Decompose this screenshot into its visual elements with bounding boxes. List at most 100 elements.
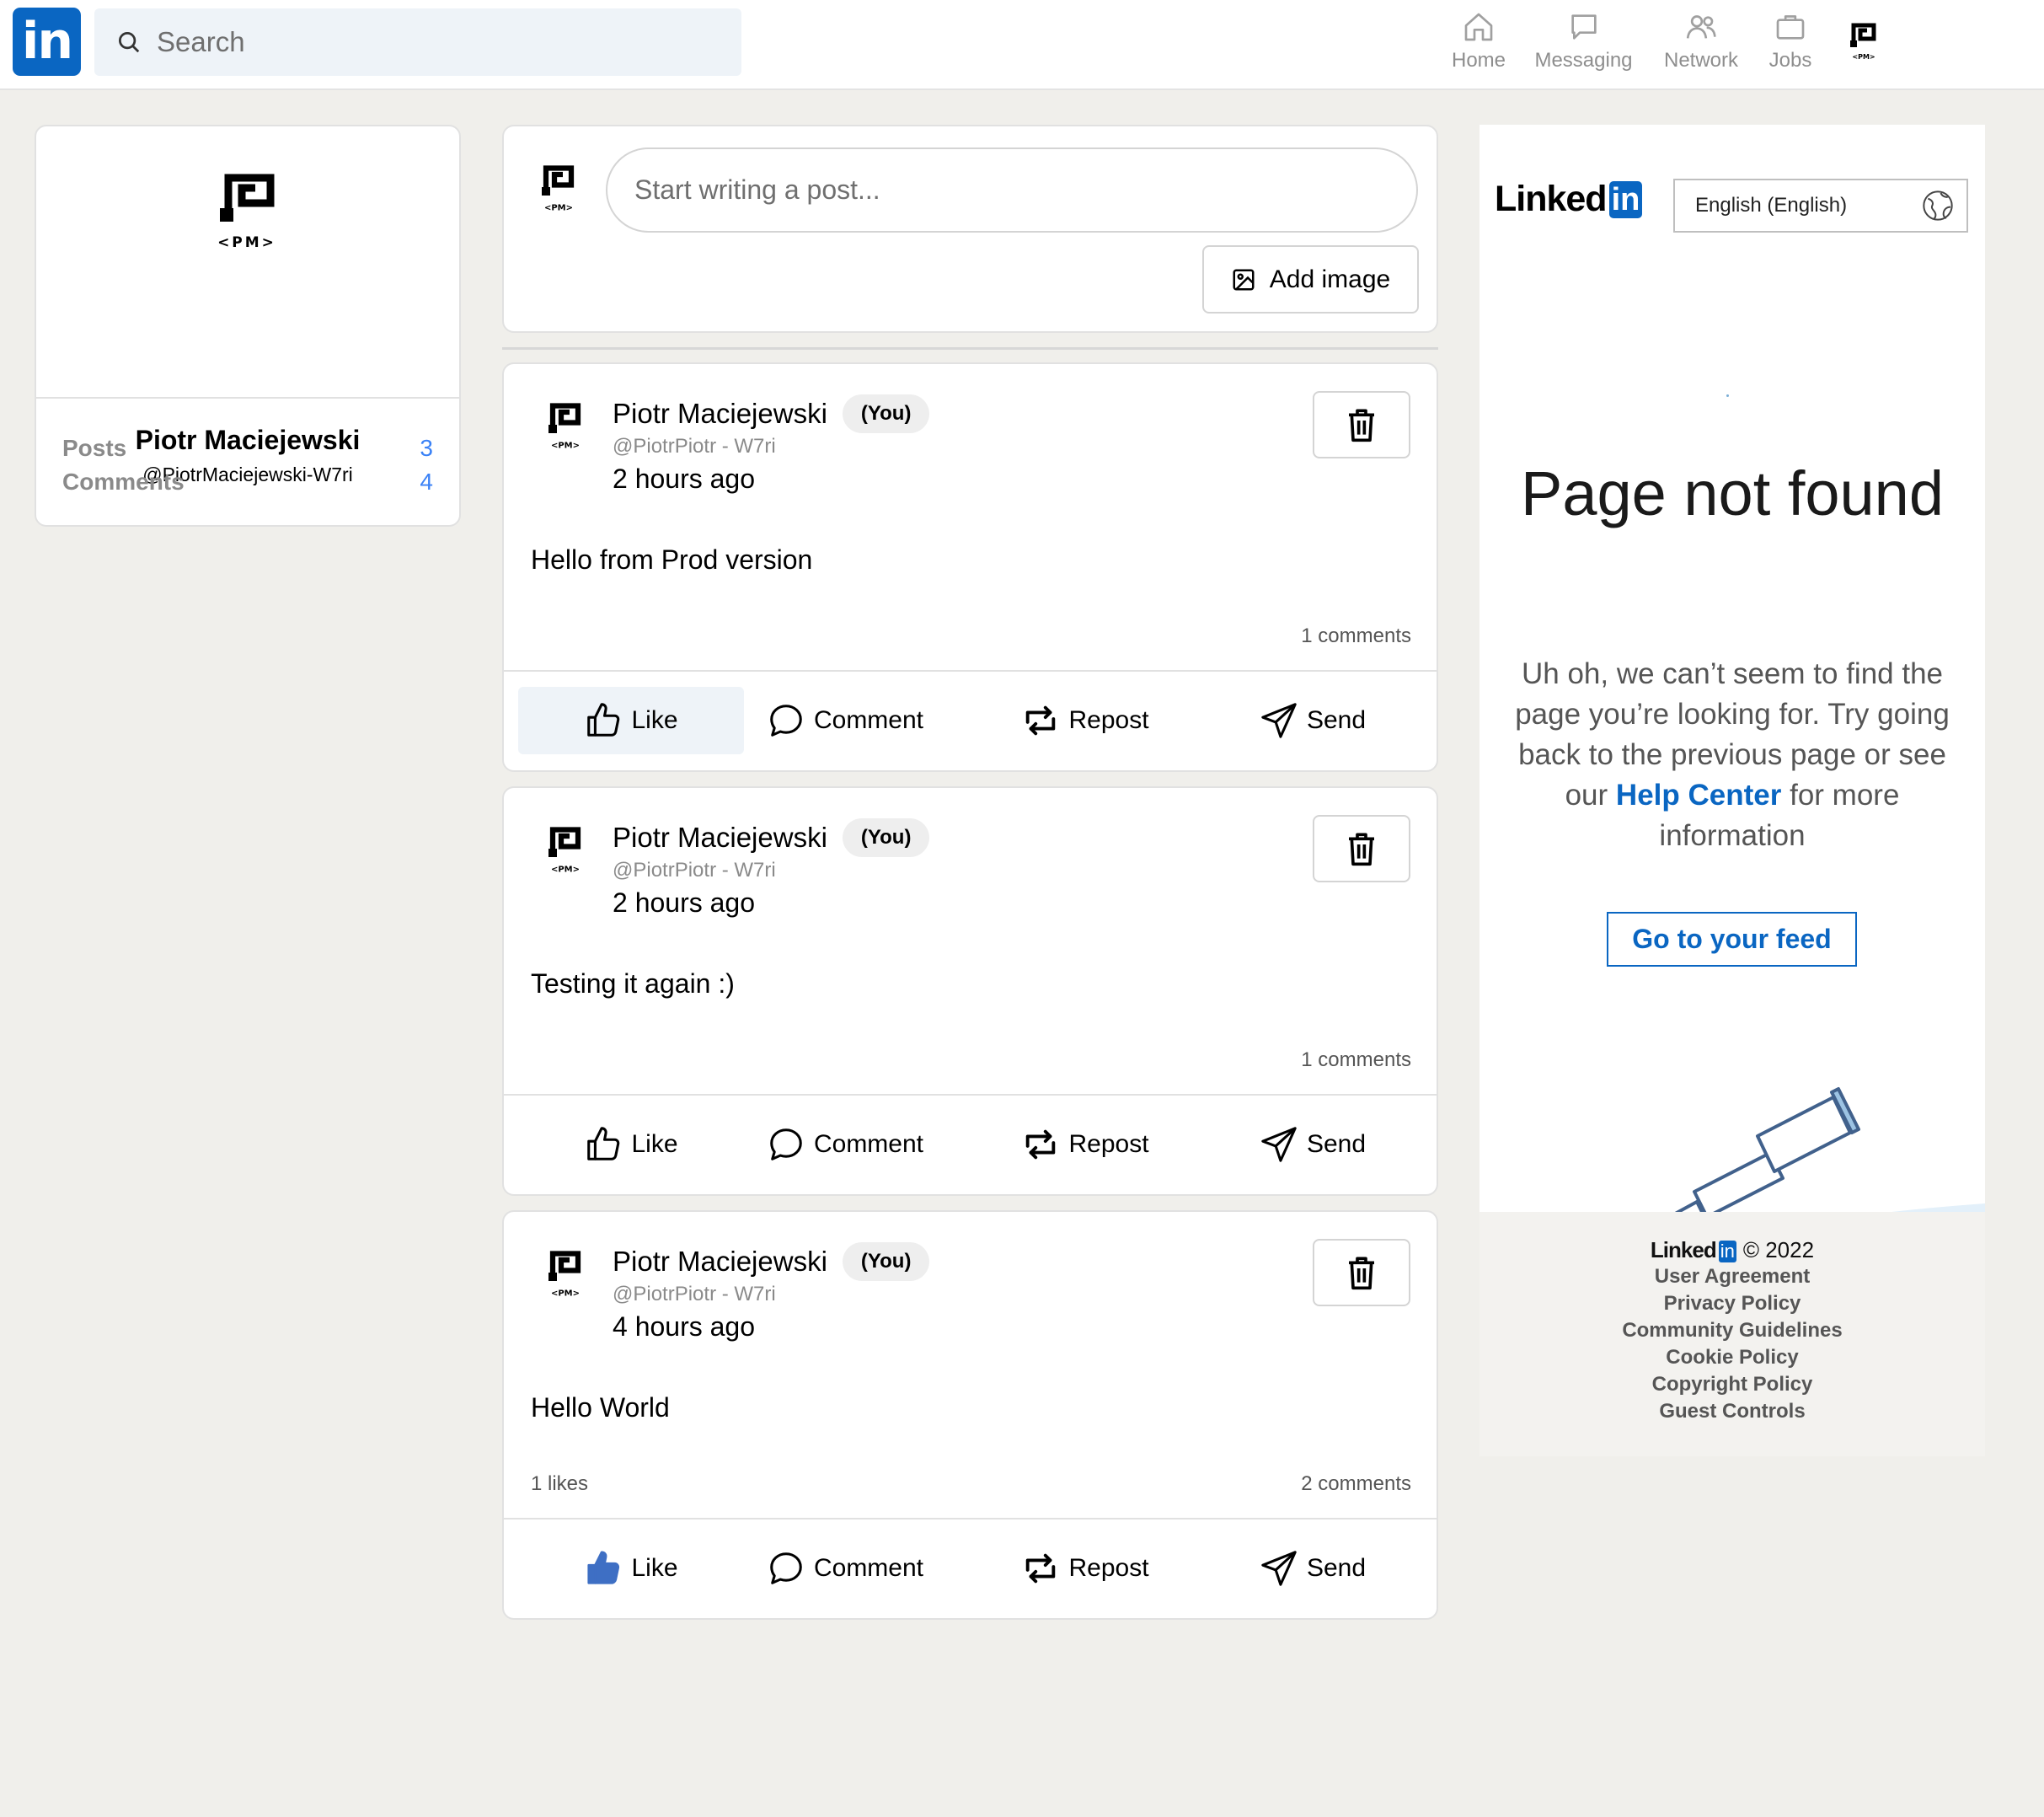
post-author[interactable]: Piotr Maciejewski (You) <box>613 1242 930 1281</box>
search-input[interactable] <box>157 26 662 58</box>
post-handle: @PiotrPiotr - W7ri <box>613 1283 776 1305</box>
thumbs-up-icon <box>587 703 620 737</box>
like-button[interactable]: Like <box>518 1535 744 1602</box>
linkedin-wordmark[interactable]: Linked in <box>1495 179 1643 220</box>
send-button[interactable]: Send <box>1245 1535 1380 1602</box>
not-found-title: Page not found <box>1521 458 1944 528</box>
post-author-name[interactable]: Piotr Maciejewski <box>613 822 827 854</box>
nav-home[interactable]: Home <box>1441 10 1517 78</box>
trash-icon <box>1349 833 1374 866</box>
comment-button[interactable]: Comment <box>761 1111 929 1178</box>
linkedin-logo[interactable]: in <box>13 8 81 76</box>
send-icon <box>1261 703 1297 738</box>
post-author[interactable]: Piotr Maciejewski (You) <box>613 394 930 433</box>
like-button[interactable]: Like <box>518 687 744 754</box>
send-button[interactable]: Send <box>1245 687 1380 754</box>
comment-label: Comment <box>813 706 924 734</box>
footer-link-user-agreement[interactable]: User Agreement <box>1479 1263 1985 1290</box>
post-author[interactable]: Piotr Maciejewski (You) <box>613 818 930 857</box>
post-handle: @PiotrPiotr - W7ri <box>613 435 776 458</box>
search-box[interactable] <box>94 8 741 76</box>
pm-avatar-icon: <PM> <box>548 827 581 875</box>
post-author-name[interactable]: Piotr Maciejewski <box>613 398 827 430</box>
footer-wordmark-text: Linked <box>1650 1237 1717 1262</box>
post-body: Hello World <box>531 1392 670 1423</box>
feed-separator <box>502 347 1438 350</box>
jobs-icon <box>1776 15 1805 40</box>
comment-button[interactable]: Comment <box>761 1535 929 1602</box>
you-badge: (You) <box>842 818 930 857</box>
wordmark-in-box: in <box>1608 180 1643 218</box>
trash-icon <box>1349 1257 1374 1290</box>
delete-post-button[interactable] <box>1313 815 1410 882</box>
post-body: Testing it again :) <box>531 968 735 999</box>
nav-messaging[interactable]: Messaging <box>1527 10 1640 78</box>
avatar-caption: <PM> <box>551 866 580 875</box>
post-card: <PM> Piotr Maciejewski (You) @PiotrPiotr… <box>502 1210 1438 1620</box>
footer-link-copyright-policy[interactable]: Copyright Policy <box>1479 1371 1985 1398</box>
like-label: Like <box>631 1554 678 1582</box>
avatar-caption: <PM> <box>551 1289 580 1299</box>
top-navigation: in Home Messaging Network Jobs <PM> <box>0 0 2044 90</box>
post-card: <PM> Piotr Maciejewski (You) @PiotrPiotr… <box>502 786 1438 1196</box>
delete-post-button[interactable] <box>1313 1239 1410 1306</box>
nav-network[interactable]: Network <box>1658 10 1744 78</box>
post-avatar[interactable]: <PM> <box>544 820 586 882</box>
footer-link-community-guidelines[interactable]: Community Guidelines <box>1479 1317 1985 1344</box>
repost-label: Repost <box>1068 706 1149 734</box>
nav-me[interactable]: <PM> <box>1845 19 1882 86</box>
footer-link-guest-controls[interactable]: Guest Controls <box>1479 1398 1985 1425</box>
wordmark-text: Linked <box>1495 179 1608 219</box>
stat-comments[interactable]: Comments 4 <box>62 469 433 496</box>
post-composer: <PM> Start writing a post... Add image <box>502 125 1438 333</box>
post-comments-count[interactable]: 1 comments <box>1301 624 1411 648</box>
you-badge: (You) <box>842 1242 930 1281</box>
send-icon <box>1261 1127 1297 1162</box>
send-button[interactable]: Send <box>1245 1111 1380 1178</box>
language-select[interactable]: English (English) <box>1673 179 1968 233</box>
repost-button[interactable]: Repost <box>1009 1111 1161 1178</box>
send-label: Send <box>1306 1130 1367 1158</box>
pm-avatar-icon: <PM> <box>1850 23 1876 61</box>
like-label: Like <box>631 706 678 734</box>
stat-posts-value: 3 <box>420 435 433 461</box>
loading-dot <box>1726 394 1729 397</box>
nav-jobs[interactable]: Jobs <box>1758 10 1823 78</box>
avatar-caption: <PM> <box>217 234 276 251</box>
pm-avatar-icon: <PM> <box>217 174 276 251</box>
footer: Linked in © 2022 User Agreement Privacy P… <box>1479 1212 1985 1456</box>
footer-link-cookie-policy[interactable]: Cookie Policy <box>1479 1344 1985 1371</box>
home-icon <box>1464 13 1493 41</box>
go-to-feed-button[interactable]: Go to your feed <box>1607 912 1857 967</box>
add-image-button[interactable]: Add image <box>1202 245 1419 314</box>
thumbs-up-icon <box>587 1127 620 1160</box>
trash-icon <box>1349 409 1374 442</box>
post-avatar[interactable]: <PM> <box>544 1244 586 1305</box>
repost-button[interactable]: Repost <box>1009 1535 1161 1602</box>
post-likes-count[interactable]: 1 likes <box>531 1472 588 1496</box>
stat-posts[interactable]: Posts 3 <box>62 435 433 462</box>
search-icon <box>119 32 140 53</box>
post-input[interactable]: Start writing a post... <box>606 147 1418 233</box>
profile-avatar[interactable]: <PM> <box>215 163 282 260</box>
repost-icon <box>1026 705 1056 736</box>
avatar-caption: <PM> <box>1852 53 1875 61</box>
post-avatar[interactable]: <PM> <box>544 396 586 458</box>
repost-button[interactable]: Repost <box>1009 687 1161 754</box>
nav-messaging-label: Messaging <box>1534 49 1633 72</box>
comment-label: Comment <box>813 1554 924 1582</box>
post-time: 2 hours ago <box>613 887 756 918</box>
comment-button[interactable]: Comment <box>761 687 929 754</box>
stat-posts-label: Posts <box>62 435 127 461</box>
delete-post-button[interactable] <box>1313 391 1410 458</box>
post-comments-count[interactable]: 2 comments <box>1301 1472 1411 1496</box>
avatar-caption: <PM> <box>544 204 573 213</box>
footer-brand: Linked in © 2022 <box>1479 1237 1985 1263</box>
like-button[interactable]: Like <box>518 1111 744 1178</box>
post-comments-count[interactable]: 1 comments <box>1301 1048 1411 1072</box>
footer-link-privacy-policy[interactable]: Privacy Policy <box>1479 1290 1985 1317</box>
send-label: Send <box>1306 1554 1367 1582</box>
network-icon <box>1686 15 1716 39</box>
post-author-name[interactable]: Piotr Maciejewski <box>613 1246 827 1278</box>
help-center-link[interactable]: Help Center <box>1616 779 1781 812</box>
